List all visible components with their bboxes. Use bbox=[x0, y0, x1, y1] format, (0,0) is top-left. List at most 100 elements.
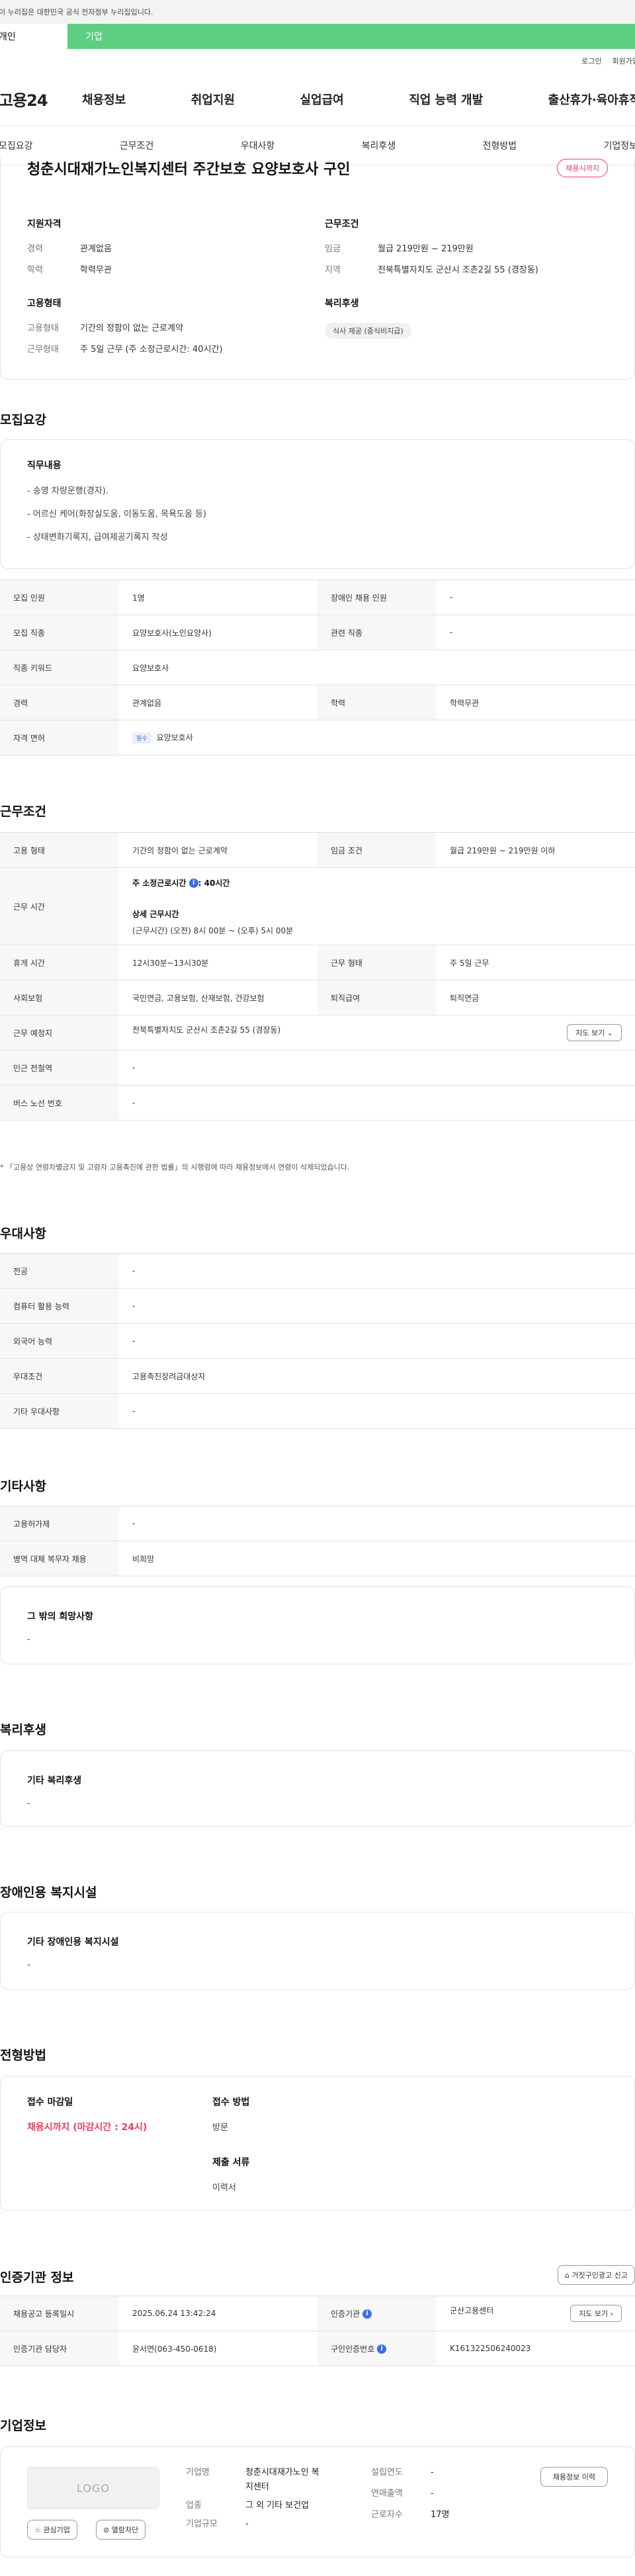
table-header: 모집 인원 bbox=[0, 580, 119, 615]
anchor-recruit[interactable]: 모집요강 bbox=[0, 139, 33, 152]
method-heading: 접수 방법 bbox=[212, 2097, 250, 2108]
table-cell: - bbox=[437, 580, 635, 615]
table-cell: K161322506240023 bbox=[437, 2331, 635, 2366]
duty-line: - 어르신 케어(화장실도움, 이동도움, 목욕도움 등) bbox=[27, 509, 207, 519]
gnb-item-leave[interactable]: 출산휴가·육아휴직 bbox=[548, 91, 635, 108]
section-title-company: 기업정보 bbox=[0, 2419, 46, 2433]
table-cell: 비희망 bbox=[119, 1541, 635, 1576]
table-cell: - bbox=[119, 1085, 635, 1121]
section-title-disabled: 장애인용 복지시설 bbox=[0, 1885, 97, 1900]
signup-link[interactable]: 회원가입 bbox=[613, 56, 635, 66]
welfare-box: 기타 복리후생 - bbox=[0, 1750, 635, 1827]
anchor-welfare[interactable]: 복리후생 bbox=[362, 139, 396, 152]
hours-detail-title: 상세 근무시간 bbox=[132, 909, 179, 919]
license-value: 요양보호사 bbox=[156, 733, 193, 742]
login-link[interactable]: 로그인 bbox=[581, 56, 601, 66]
table-header: 직종 키워드 bbox=[0, 650, 119, 685]
table-cell: - bbox=[119, 1506, 635, 1541]
sales-value: - bbox=[431, 2489, 434, 2499]
anchor-company[interactable]: 기업정보 bbox=[603, 139, 635, 152]
section-title-selection: 전형방법 bbox=[0, 2048, 46, 2063]
org-map-button[interactable]: 지도 보기 › bbox=[570, 2305, 622, 2322]
recruit-table: 모집 인원 1명 장애인 채용 인원 - 모집 직종 요양보호사(노인요양사) … bbox=[0, 580, 635, 755]
site-logo[interactable]: 고용24 bbox=[0, 87, 82, 110]
anchor-conditions[interactable]: 근무조건 bbox=[120, 139, 154, 152]
kv-label: 경력 bbox=[27, 244, 43, 254]
info-label: 업종 bbox=[186, 2501, 202, 2511]
map-button[interactable]: 지도 보기 ⌄ bbox=[567, 1024, 622, 1041]
deadline-value: 채용시까지 (마감시간 : 24시) bbox=[27, 2122, 148, 2133]
company-info-right: 설립연도 - 연매출액 - 근로자수 17명 bbox=[371, 2466, 450, 2522]
selection-box: 접수 마감일 채용시까지 (마감시간 : 24시) 접수 방법 방문 제출 서류… bbox=[0, 2076, 635, 2211]
tab-personal[interactable]: 개인 bbox=[0, 24, 67, 49]
hours-week-label: 주 소정근로시간 bbox=[132, 878, 187, 888]
table-cell: 주 소정근로시간 i: 40시간 상세 근무시간 (근무시간) (오전) 8시 … bbox=[119, 867, 635, 945]
gnb-item-jobs[interactable]: 채용정보 bbox=[82, 91, 126, 108]
table-header: 경력 bbox=[0, 685, 119, 720]
industry-value: 그 외 기타 보건업 bbox=[245, 2501, 310, 2511]
employment-block: 고용형태 고용형태 기간의 정함이 없는 근로계약 근무형태 주 5일 근무 (주 … bbox=[27, 296, 305, 365]
gnb-item-training[interactable]: 직업 능력 개발 bbox=[409, 91, 483, 108]
info-icon[interactable]: i bbox=[377, 2344, 387, 2354]
cert-table: 채용공고 등록일시 2025.06.24 13:42:24 인증기관 i 군산고… bbox=[0, 2296, 635, 2366]
required-tag: 필수 bbox=[132, 732, 151, 744]
company-name: 청춘시대재가노인 복지센터 bbox=[245, 2468, 319, 2492]
block-button[interactable]: ⊘ 열람차단 bbox=[96, 2520, 146, 2540]
table-header: 관련 직종 bbox=[318, 615, 437, 650]
wish-value: - bbox=[27, 1635, 30, 1645]
info-icon[interactable]: i bbox=[362, 2309, 372, 2319]
table-row: 병역 대체 복무자 채용 비희망 bbox=[0, 1541, 635, 1576]
welfare-box-heading: 기타 복리후생 bbox=[27, 1776, 82, 1786]
table-header: 채용공고 등록일시 bbox=[0, 2296, 119, 2331]
info-icon[interactable]: i bbox=[189, 879, 198, 888]
anchor-preferences[interactable]: 우대사항 bbox=[241, 139, 275, 152]
tab-company[interactable]: 기업 bbox=[67, 24, 120, 49]
kv-value: 월급 219만원 ~ 219만원 bbox=[378, 244, 474, 254]
kv-label: 지역 bbox=[325, 265, 341, 275]
kv-label: 임금 bbox=[325, 244, 341, 254]
table-cell: 학력무관 bbox=[437, 685, 635, 720]
section-title-welfare: 복리후생 bbox=[0, 1723, 46, 1737]
interest-button[interactable]: ☆ 관심기업 bbox=[27, 2520, 77, 2540]
table-header: 근무 형태 bbox=[318, 945, 437, 980]
kv-label: 근무형태 bbox=[27, 345, 59, 355]
company-info-left: 기업명 청춘시대재가노인 복지센터 업종 그 외 기타 보건업 기업규모 - bbox=[186, 2466, 325, 2532]
welfare-heading: 복리후생 bbox=[325, 298, 359, 309]
duty-box: 직무내용 - 송영 차량운행(경자). - 어르신 케어(화장실도움, 이동도움… bbox=[0, 439, 635, 569]
table-cell: 월급 219만원 ~ 219만원 이하 bbox=[437, 832, 635, 868]
kv-value: 관계없음 bbox=[80, 244, 112, 254]
table-row: 컴퓨터 활용 능력 - bbox=[0, 1288, 635, 1324]
table-cell: 기간의 정함이 없는 근로계약 bbox=[119, 832, 318, 868]
history-button[interactable]: 채용정보 이력 bbox=[540, 2467, 608, 2487]
report-button[interactable]: ⌂ 거짓구인광고 신고 bbox=[558, 2265, 635, 2285]
info-label: 설립연도 bbox=[371, 2468, 403, 2477]
table-cell: - bbox=[119, 1253, 635, 1289]
table-row: 모집 직종 요양보호사(노인요양사) 관련 직종 - bbox=[0, 615, 635, 650]
anchor-selection[interactable]: 전형방법 bbox=[483, 139, 517, 152]
table-row: 근무 예정지 전북특별자치도 군산시 조촌2길 55 (경장동) 지도 보기 ⌄ bbox=[0, 1015, 635, 1051]
kv-value: 학력무관 bbox=[80, 265, 112, 275]
block-icon: ⊘ bbox=[103, 2526, 110, 2534]
table-cell: 필수 요양보호사 bbox=[119, 720, 635, 755]
staff-value: 17명 bbox=[431, 2510, 450, 2520]
job-title: 청춘시대재가노인복지센터 주간보호 요양보호사 구인 bbox=[27, 161, 351, 178]
table-header: 고용 형태 bbox=[0, 832, 119, 868]
gnb-item-support[interactable]: 취업지원 bbox=[191, 91, 235, 108]
table-cell: - bbox=[437, 615, 635, 650]
table-row: 기타 우대사항 - bbox=[0, 1393, 635, 1429]
table-cell: 전북특별자치도 군산시 조촌2길 55 (경장동) 지도 보기 ⌄ bbox=[119, 1015, 635, 1051]
table-cell: 국민연금, 고용보험, 산재보험, 건강보험 bbox=[119, 980, 318, 1015]
etc-table: 고용허가제 - 병역 대체 복무자 채용 비희망 bbox=[0, 1506, 635, 1576]
gov-banner-text: 이 누리집은 대한민국 공식 전자정부 누리집입니다. bbox=[0, 8, 153, 17]
company-logo: LOGO bbox=[27, 2467, 159, 2509]
table-row: 인증기관 담당자 윤서연(063-450-0618) 구인인증번호 i K161… bbox=[0, 2331, 635, 2366]
kv-label: 고용형태 bbox=[27, 323, 59, 333]
table-header: 인증기관 i bbox=[318, 2296, 437, 2331]
method-value: 방문 bbox=[212, 2123, 228, 2133]
table-row: 고용 형태 기간의 정함이 없는 근로계약 임금 조건 월급 219만원 ~ 2… bbox=[0, 832, 635, 868]
gnb-item-unemployment[interactable]: 실업급여 bbox=[300, 91, 344, 108]
table-cell: 관계없음 bbox=[119, 685, 318, 720]
duty-line: - 상태변화기록지, 급여제공기록지 작성 bbox=[27, 533, 168, 542]
table-header: 임금 조건 bbox=[318, 832, 437, 868]
status-badge: 채용시까지 bbox=[557, 159, 608, 177]
